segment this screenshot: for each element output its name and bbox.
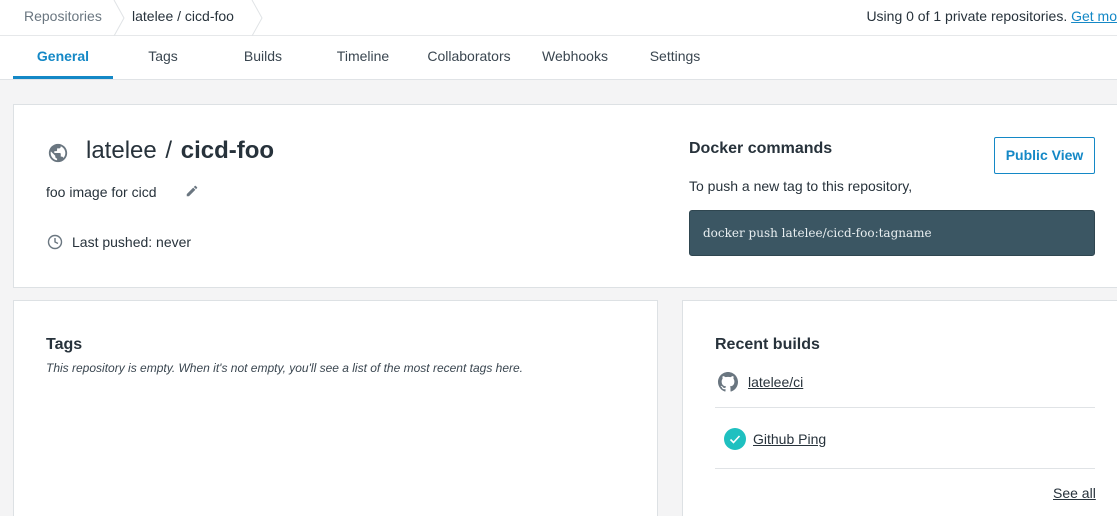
tags-heading: Tags	[46, 336, 83, 353]
divider	[715, 468, 1095, 469]
breadcrumb-separator-icon	[112, 0, 126, 36]
tab-general[interactable]: General	[13, 36, 113, 80]
tab-builds[interactable]: Builds	[213, 36, 313, 80]
globe-icon	[47, 142, 69, 164]
tab-tags[interactable]: Tags	[113, 36, 213, 80]
tags-card: Tags This repository is empty. When it's…	[13, 300, 658, 516]
breadcrumb-repositories[interactable]: Repositories	[24, 0, 102, 36]
repo-name: cicd-foo	[180, 137, 275, 164]
success-check-icon	[724, 428, 746, 450]
recent-builds-card: Recent builds latelee/ci Github Ping See…	[682, 300, 1117, 516]
pencil-icon[interactable]	[185, 184, 199, 198]
github-icon	[718, 372, 738, 392]
see-all-link[interactable]: See all	[1053, 485, 1096, 501]
repo-separator: /	[165, 137, 173, 164]
repo-namespace: latelee	[86, 137, 157, 164]
docker-command-text: docker push latelee/cicd-foo:tagname	[703, 226, 932, 240]
tags-empty-message: This repository is empty. When it's not …	[46, 361, 523, 375]
breadcrumb-current: latelee / cicd-foo	[132, 8, 234, 24]
usage-info: Using 0 of 1 private repositories. Get m…	[866, 0, 1117, 32]
tab-collaborators[interactable]: Collaborators	[413, 36, 525, 80]
repo-title: latelee / cicd-foo	[86, 137, 274, 165]
tab-settings[interactable]: Settings	[625, 36, 725, 80]
active-tab-indicator	[13, 76, 113, 79]
tab-bar: General Tags Builds Timeline Collaborato…	[0, 36, 1117, 80]
repo-info-card: latelee / cicd-foo foo image for cicd La…	[13, 104, 1117, 288]
breadcrumb-separator-icon	[250, 0, 264, 36]
build-item-link[interactable]: Github Ping	[753, 431, 826, 447]
get-more-link[interactable]: Get mo	[1071, 8, 1117, 24]
last-pushed: Last pushed: never	[72, 234, 192, 250]
docker-command-box[interactable]: docker push latelee/cicd-foo:tagname	[689, 210, 1095, 256]
repo-description: foo image for cicd	[46, 184, 157, 200]
tab-timeline[interactable]: Timeline	[313, 36, 413, 80]
build-source-link[interactable]: latelee/ci	[748, 374, 803, 390]
top-bar: Repositories latelee / cicd-foo Using 0 …	[0, 0, 1117, 36]
recent-builds-heading: Recent builds	[715, 336, 820, 353]
clock-icon	[47, 234, 63, 250]
tab-webhooks[interactable]: Webhooks	[525, 36, 625, 80]
divider	[715, 407, 1095, 408]
docker-commands-heading: Docker commands	[689, 140, 833, 157]
docker-commands-subtitle: To push a new tag to this repository,	[689, 178, 913, 194]
public-view-button[interactable]: Public View	[994, 137, 1095, 174]
usage-text: Using 0 of 1 private repositories.	[866, 8, 1068, 24]
